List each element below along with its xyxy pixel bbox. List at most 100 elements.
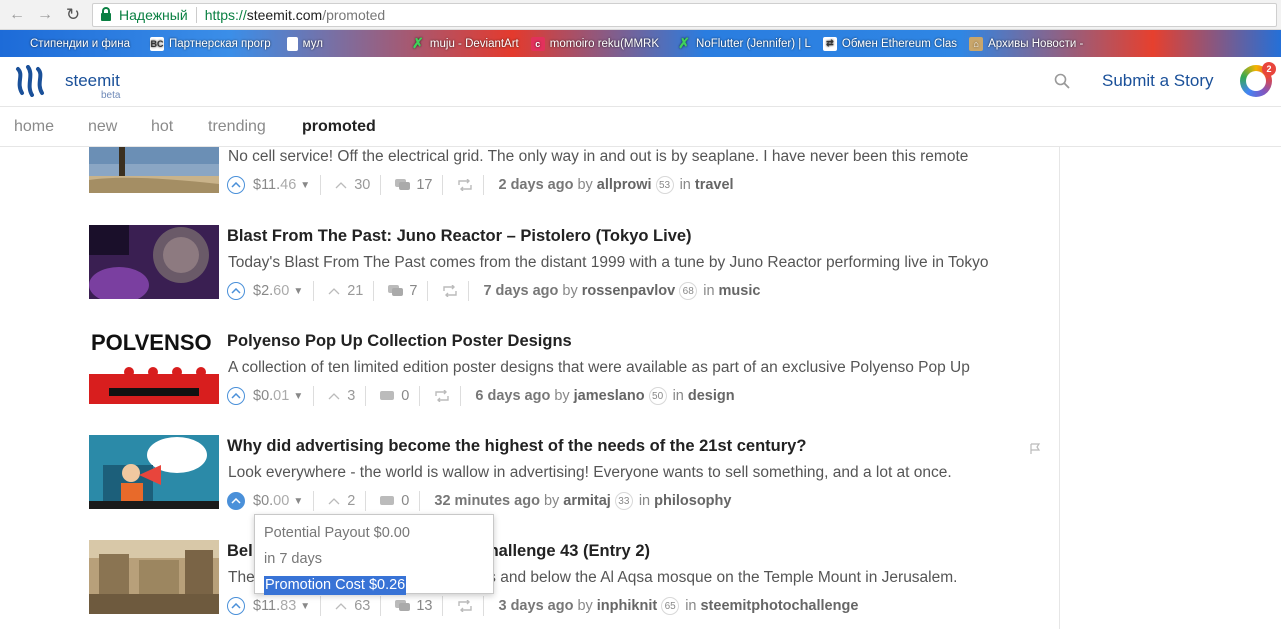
divider bbox=[365, 386, 367, 406]
chevron-up-icon bbox=[231, 393, 241, 399]
upvote-button[interactable] bbox=[227, 282, 245, 300]
comment-count[interactable]: 0 bbox=[380, 388, 409, 404]
vote-count[interactable]: 2 bbox=[328, 493, 355, 509]
caret-down-icon[interactable]: ▼ bbox=[293, 496, 303, 507]
post-snippet[interactable]: Look everywhere - the world is wallow in… bbox=[228, 464, 1023, 482]
tab-promoted[interactable]: promoted bbox=[302, 118, 376, 136]
divider bbox=[313, 386, 315, 406]
steemit-logo-icon[interactable] bbox=[14, 65, 50, 97]
chevron-up-icon bbox=[231, 498, 241, 504]
repost-icon[interactable] bbox=[434, 390, 450, 402]
vote-count[interactable]: 3 bbox=[328, 388, 355, 404]
in-label: in bbox=[638, 493, 651, 509]
caret-down-icon[interactable]: ▼ bbox=[300, 601, 310, 612]
reload-icon[interactable]: ↻ bbox=[62, 4, 84, 26]
post-thumbnail[interactable] bbox=[89, 146, 219, 193]
post-author[interactable]: jameslano bbox=[574, 388, 645, 404]
payout-value[interactable]: $0.01 bbox=[253, 388, 289, 404]
upvote-button[interactable] bbox=[227, 387, 245, 405]
tab-new[interactable]: new bbox=[88, 118, 117, 136]
post-author[interactable]: inphiknit bbox=[597, 598, 657, 614]
chevron-up-icon bbox=[231, 603, 241, 609]
post-thumbnail[interactable] bbox=[89, 225, 219, 299]
post-thumbnail[interactable]: POLVENSO bbox=[89, 330, 219, 404]
post-category[interactable]: steemitphotochallenge bbox=[700, 598, 858, 614]
svg-text:POLVENSO: POLVENSO bbox=[91, 330, 212, 355]
post-title[interactable]: Polyenso Pop Up Collection Poster Design… bbox=[227, 332, 572, 351]
repost-icon[interactable] bbox=[457, 179, 473, 191]
divider bbox=[313, 491, 315, 511]
reputation-badge: 50 bbox=[648, 387, 667, 405]
bookmark-item[interactable]: ✗ NoFlutter (Jennifer) | L bbox=[677, 35, 811, 51]
bookmark-item[interactable]: ⌂ Архивы Новости - bbox=[969, 36, 1083, 51]
divider bbox=[483, 175, 485, 195]
post-age[interactable]: 2 days ago bbox=[498, 177, 573, 193]
divider bbox=[442, 596, 444, 616]
tab-home[interactable]: home bbox=[14, 118, 54, 136]
chevron-up-icon bbox=[328, 497, 340, 504]
post-category[interactable]: music bbox=[719, 283, 761, 299]
post-age[interactable]: 7 days ago bbox=[483, 283, 558, 299]
url-separator bbox=[195, 7, 197, 23]
bookmark-item[interactable]: ✗ muju - DeviantArt bbox=[411, 35, 519, 51]
bookmark-item[interactable]: ⇄ Обмен Ethereum Clas bbox=[822, 36, 957, 51]
secure-label: Надежный bbox=[119, 7, 188, 23]
post-age[interactable]: 3 days ago bbox=[498, 598, 573, 614]
post-snippet[interactable]: No cell service! Off the electrical grid… bbox=[228, 148, 1023, 166]
post-category[interactable]: travel bbox=[695, 177, 734, 193]
repost-icon[interactable] bbox=[457, 600, 473, 612]
post-author[interactable]: allprowi bbox=[597, 177, 652, 193]
brand-name[interactable]: steemit bbox=[65, 71, 120, 91]
post-title[interactable]: Blast From The Past: Juno Reactor – Pist… bbox=[227, 227, 692, 246]
post-thumbnail[interactable] bbox=[89, 435, 219, 509]
caret-down-icon[interactable]: ▼ bbox=[300, 180, 310, 191]
post-category[interactable]: design bbox=[688, 388, 735, 404]
forward-icon[interactable]: → bbox=[34, 4, 56, 26]
submit-story-link[interactable]: Submit a Story bbox=[1102, 71, 1214, 91]
comment-count[interactable]: 0 bbox=[380, 493, 409, 509]
chevron-up-icon bbox=[328, 392, 340, 399]
vote-count[interactable]: 21 bbox=[328, 283, 363, 299]
search-icon[interactable] bbox=[1054, 73, 1070, 89]
vote-count[interactable]: 30 bbox=[335, 177, 370, 193]
post-author[interactable]: armitaj bbox=[563, 493, 611, 509]
payout-value[interactable]: $2.60 bbox=[253, 283, 289, 299]
payout-value[interactable]: $11.83 bbox=[253, 598, 296, 614]
tab-trending[interactable]: trending bbox=[208, 118, 266, 136]
back-icon[interactable]: ← bbox=[6, 4, 28, 26]
in-label: in bbox=[672, 388, 684, 404]
browser-toolbar: ← → ↻ Надежный https:// steemit.com /pro… bbox=[0, 0, 1281, 30]
repost-icon[interactable] bbox=[442, 285, 458, 297]
vote-count[interactable]: 63 bbox=[335, 598, 370, 614]
bookmark-item[interactable]: BC Партнерская прогр bbox=[149, 36, 271, 51]
upvote-button[interactable] bbox=[227, 492, 245, 510]
post-age[interactable]: 32 minutes ago bbox=[434, 493, 540, 509]
payout-value[interactable]: $11.46 bbox=[253, 177, 296, 193]
post-age[interactable]: 6 days ago bbox=[475, 388, 550, 404]
upvote-button[interactable] bbox=[227, 597, 245, 615]
tab-hot[interactable]: hot bbox=[151, 118, 173, 136]
address-bar[interactable]: Надежный https:// steemit.com /promoted bbox=[92, 3, 1277, 27]
caret-down-icon[interactable]: ▼ bbox=[293, 286, 303, 297]
post-category[interactable]: philosophy bbox=[654, 493, 731, 509]
chevron-up-icon bbox=[328, 287, 340, 294]
post-thumbnail[interactable] bbox=[89, 540, 219, 614]
comment-count[interactable]: 17 bbox=[395, 177, 432, 193]
payout-value[interactable]: $0.00 bbox=[253, 493, 289, 509]
divider bbox=[460, 386, 462, 406]
bookmark-item[interactable]: Стипендии и фина bbox=[16, 38, 130, 50]
upvote-button[interactable] bbox=[227, 176, 245, 194]
bookmark-item[interactable]: мул bbox=[286, 36, 323, 51]
post-snippet[interactable]: Today's Blast From The Past comes from t… bbox=[228, 254, 1023, 272]
chevron-up-icon bbox=[231, 182, 241, 188]
url-host: steemit.com bbox=[246, 7, 323, 23]
comments-icon bbox=[388, 285, 404, 296]
comment-count[interactable]: 7 bbox=[388, 283, 417, 299]
post-snippet[interactable]: A collection of ten limited edition post… bbox=[228, 359, 1023, 377]
flag-icon[interactable] bbox=[1029, 443, 1041, 455]
caret-down-icon[interactable]: ▼ bbox=[293, 391, 303, 402]
post-title[interactable]: Why did advertising become the highest o… bbox=[227, 437, 806, 456]
post-author[interactable]: rossenpavlov bbox=[582, 283, 676, 299]
comment-count[interactable]: 13 bbox=[395, 598, 432, 614]
bookmark-item[interactable]: c momoiro reku(MMRK bbox=[530, 36, 659, 51]
